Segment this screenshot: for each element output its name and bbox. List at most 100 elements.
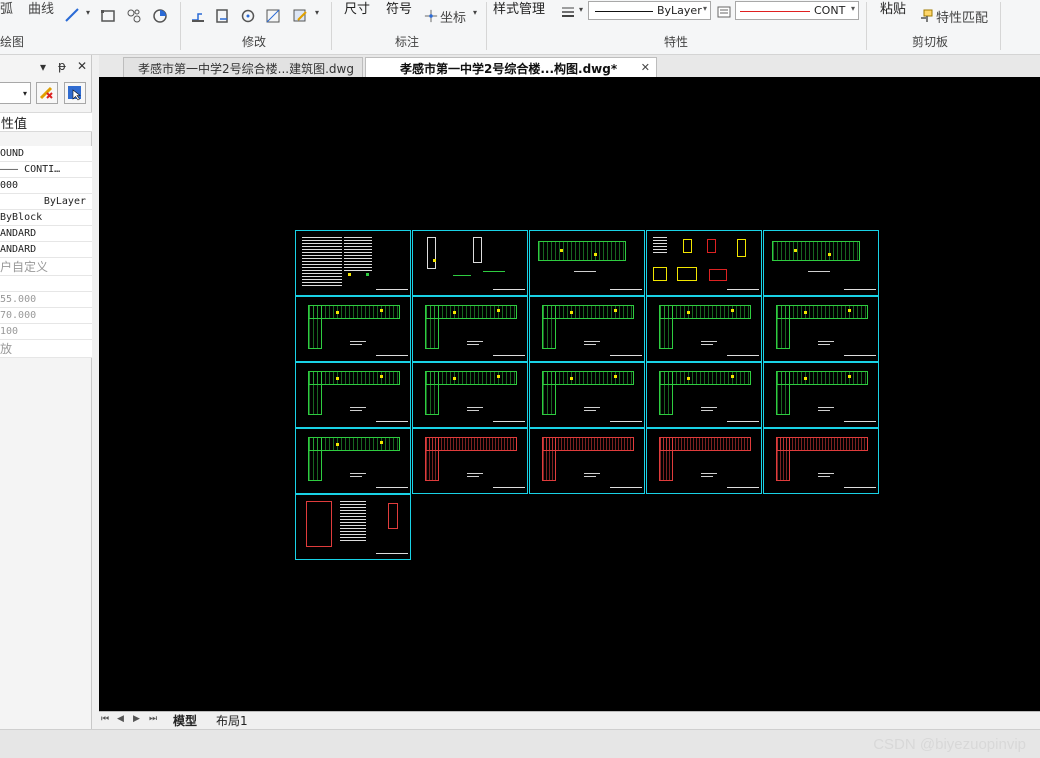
plan-note: [818, 344, 830, 345]
symbol-tool[interactable]: 符号: [386, 0, 412, 17]
property-row[interactable]: [0, 276, 92, 292]
last-layout-button[interactable]: ⏭: [149, 714, 157, 724]
property-row[interactable]: ANDARD: [0, 226, 92, 242]
property-row[interactable]: 100: [0, 324, 92, 340]
palette-titlebar: ▾ ᵽ ✕: [0, 55, 92, 79]
draw-group-label: 绘图: [0, 35, 25, 49]
title-block: [610, 289, 642, 293]
paste-button[interactable]: 粘贴: [880, 0, 906, 17]
drawing-sheet[interactable]: [412, 428, 528, 494]
pin-icon[interactable]: ᵽ: [58, 59, 66, 73]
rotate-icon[interactable]: [240, 8, 256, 24]
rectangle-icon[interactable]: [100, 8, 116, 24]
plan-note: [818, 407, 834, 408]
next-layout-button[interactable]: ▶: [133, 714, 140, 724]
select-objects-button[interactable]: [64, 82, 86, 104]
coordinate-icon: [424, 9, 438, 23]
title-block: [844, 487, 876, 491]
drawing-sheet[interactable]: [646, 362, 762, 428]
object-type-combo[interactable]: ▾: [0, 82, 31, 104]
symbol: [497, 309, 500, 312]
doc-tab-structure[interactable]: 孝感市第一中学2号综合楼...构图.dwg* ✕: [365, 57, 657, 77]
hatch-icon[interactable]: [126, 8, 142, 24]
plan-note: [467, 341, 483, 342]
prev-layout-button[interactable]: ◀: [117, 714, 124, 724]
property-row[interactable]: ByLayer: [0, 194, 92, 210]
property-row[interactable]: ——— CONTI…: [0, 162, 92, 178]
symbol: [687, 311, 690, 314]
lineweight-dropdown-arrow[interactable]: ▾: [579, 5, 583, 14]
drawing-sheet[interactable]: [529, 296, 645, 362]
close-icon[interactable]: ✕: [641, 61, 650, 74]
curve-tool[interactable]: 曲线: [28, 0, 54, 17]
first-layout-button[interactable]: ⏮: [101, 714, 109, 724]
drawing-sheet[interactable]: [295, 428, 411, 494]
drawing-sheet[interactable]: [529, 428, 645, 494]
drawing-canvas[interactable]: [99, 77, 1040, 711]
drawing-sheet[interactable]: [295, 230, 411, 296]
drawing-sheet[interactable]: [646, 230, 762, 296]
doc-tab-architecture[interactable]: 孝感市第一中学2号综合楼...建筑图.dwg: [123, 57, 363, 77]
property-row[interactable]: OUND: [0, 146, 92, 162]
symbol: [731, 375, 734, 378]
line-dropdown-arrow[interactable]: ▾: [86, 8, 90, 17]
dimension-tool[interactable]: 尺寸: [344, 0, 370, 17]
drawing-sheet[interactable]: [646, 296, 762, 362]
drawing-sheet[interactable]: [295, 296, 411, 362]
modify-dropdown-arrow[interactable]: ▾: [315, 8, 319, 17]
annotate-group-label: 标注: [395, 35, 420, 49]
drawing-sheet[interactable]: [412, 296, 528, 362]
plan-note: [584, 344, 596, 345]
line-icon[interactable]: [64, 7, 80, 23]
region-icon[interactable]: [152, 8, 168, 24]
symbol: [848, 375, 851, 378]
symbol: [594, 253, 597, 256]
linetype-dropdown-value: CONT: [814, 4, 846, 17]
edit-icon[interactable]: [292, 8, 308, 24]
drawing-sheet[interactable]: [763, 230, 879, 296]
title-block: [493, 355, 525, 359]
layer-dropdown[interactable]: ByLayer ▾: [588, 1, 711, 20]
drawing-sheet[interactable]: [529, 230, 645, 296]
toggle-pickadd-button[interactable]: [36, 82, 58, 104]
property-row[interactable]: 户自定义: [0, 258, 92, 276]
stretch-icon[interactable]: [190, 8, 206, 24]
chevron-down-icon: ▾: [850, 4, 855, 13]
linetype-dropdown[interactable]: CONT ▾: [735, 1, 859, 20]
drawing-sheet[interactable]: [295, 362, 411, 428]
close-icon[interactable]: ✕: [77, 59, 87, 73]
title-block: [727, 355, 759, 359]
explode-icon[interactable]: [265, 8, 281, 24]
tab-model[interactable]: 模型: [170, 712, 200, 728]
drawing-sheet[interactable]: [295, 494, 411, 560]
plan-note: [350, 341, 366, 342]
style-manager-button[interactable]: 样式管理: [493, 0, 545, 17]
property-row[interactable]: 000: [0, 178, 92, 194]
drawing-sheet[interactable]: [763, 296, 879, 362]
lineweight-icon[interactable]: [560, 4, 576, 20]
property-list: OUND ——— CONTI… 000 ByLayer ByBlock ANDARD AND…: [0, 146, 92, 358]
palette-menu-button[interactable]: ▾: [40, 60, 46, 74]
property-row[interactable]: ANDARD: [0, 242, 92, 258]
property-row[interactable]: ByBlock: [0, 210, 92, 226]
coordinate-tool[interactable]: 坐标: [440, 7, 466, 26]
property-row[interactable]: 70.000: [0, 308, 92, 324]
property-row[interactable]: 放: [0, 340, 92, 358]
column-detail: [709, 269, 727, 281]
coordinate-dropdown-arrow[interactable]: ▾: [473, 8, 477, 17]
drawing-sheet[interactable]: [412, 230, 528, 296]
offset-icon[interactable]: [214, 8, 230, 24]
drawing-sheet[interactable]: [529, 362, 645, 428]
drawing-sheet[interactable]: [412, 362, 528, 428]
arc-tool[interactable]: 弧: [0, 0, 13, 17]
tab-layout1[interactable]: 布局1: [213, 712, 251, 728]
title-block: [376, 487, 408, 491]
property-row[interactable]: 55.000: [0, 292, 92, 308]
linetype-icon[interactable]: [716, 4, 732, 20]
drawing-sheet[interactable]: [763, 428, 879, 494]
plan-note: [584, 473, 600, 474]
drawing-sheet[interactable]: [763, 362, 879, 428]
drawing-sheet[interactable]: [646, 428, 762, 494]
match-properties-button[interactable]: 特性匹配: [936, 7, 988, 26]
plan-wing-vertical: [425, 437, 439, 481]
